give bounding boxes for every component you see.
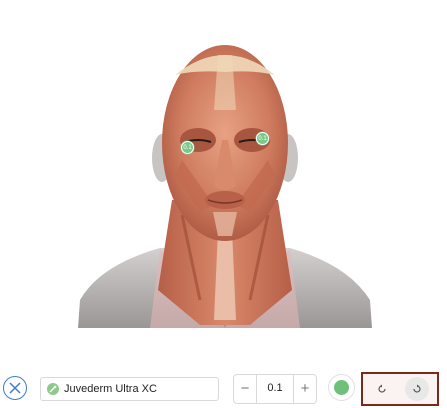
close-button[interactable] bbox=[3, 376, 27, 400]
bottom-toolbar: Juvederm Ultra XC − 0.1 + bbox=[0, 370, 447, 408]
undo-button[interactable] bbox=[370, 377, 394, 401]
dose-value[interactable]: 0.1 bbox=[257, 382, 293, 394]
decrement-button[interactable]: − bbox=[234, 375, 257, 403]
face-canvas[interactable]: 0.1 0.1 bbox=[0, 0, 447, 360]
dose-stepper[interactable]: − 0.1 + bbox=[233, 374, 317, 404]
increment-button[interactable]: + bbox=[293, 375, 316, 403]
injection-marker[interactable]: 0.1 bbox=[181, 141, 194, 154]
undo-redo-group bbox=[361, 372, 439, 406]
redo-icon bbox=[413, 384, 421, 393]
product-selector[interactable]: Juvederm Ultra XC bbox=[40, 377, 219, 401]
product-name: Juvederm Ultra XC bbox=[64, 383, 157, 395]
color-picker-button[interactable] bbox=[328, 374, 355, 401]
syringe-icon bbox=[47, 383, 59, 395]
head-muscle-illustration[interactable] bbox=[0, 0, 447, 360]
color-dot-icon bbox=[334, 380, 349, 395]
undo-icon bbox=[378, 384, 386, 393]
redo-button[interactable] bbox=[405, 377, 429, 401]
injection-marker[interactable]: 0.1 bbox=[256, 132, 269, 145]
close-icon bbox=[9, 382, 21, 394]
